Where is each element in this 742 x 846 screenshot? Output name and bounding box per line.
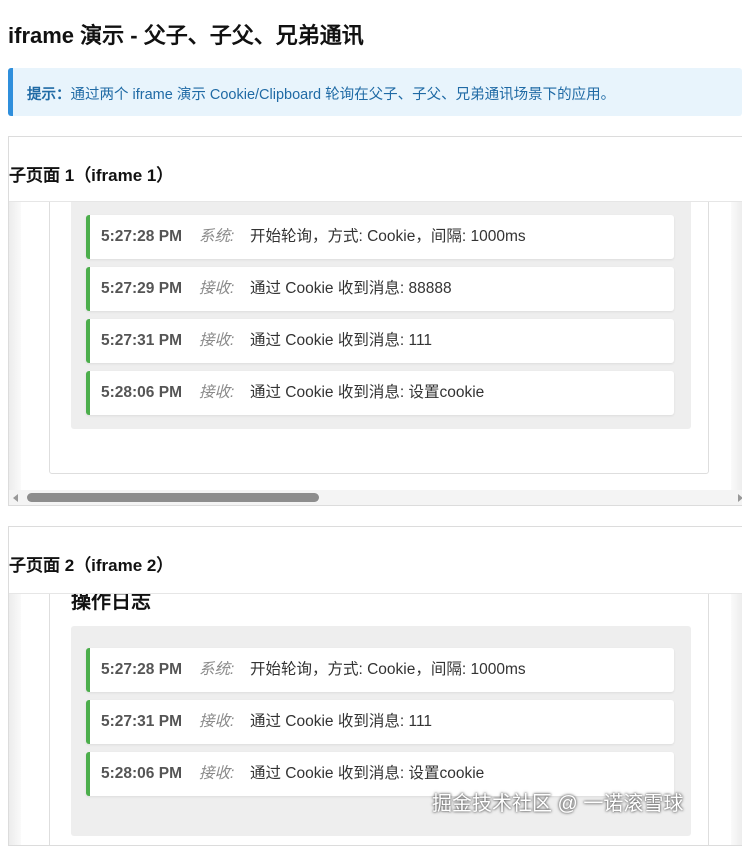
- log-entry: 5:28:06 PM 接收: 通过 Cookie 收到消息: 设置cookie: [86, 371, 674, 415]
- log-type: 接收:: [199, 332, 235, 349]
- log-entry: 5:27:29 PM 接收: 通过 Cookie 收到消息: 88888: [86, 267, 674, 311]
- log-entry: 5:27:28 PM 系统: 开始轮询，方式: Cookie，间隔: 1000m…: [86, 648, 674, 692]
- log-message: 通过 Cookie 收到消息: 设置cookie: [250, 384, 485, 401]
- log-type: 系统:: [199, 228, 235, 245]
- log-message: 开始轮询，方式: Cookie，间隔: 1000ms: [250, 661, 526, 678]
- log-message: 开始轮询，方式: Cookie，间隔: 1000ms: [250, 228, 526, 245]
- iframe-edge: [731, 202, 742, 492]
- iframe-1-panel: 子页面 1（iframe 1） 5:27:28 PM 系统: 开始轮询，方式: …: [8, 136, 742, 506]
- log-time: 5:27:31 PM: [101, 713, 182, 730]
- log-entry: 5:27:31 PM 接收: 通过 Cookie 收到消息: 111: [86, 319, 674, 363]
- log-type: 接收:: [199, 384, 235, 401]
- log-message: 通过 Cookie 收到消息: 111: [250, 713, 433, 730]
- log-heading: 操作日志: [71, 593, 151, 613]
- log-time: 5:27:28 PM: [101, 228, 182, 245]
- scroll-left-icon[interactable]: [13, 494, 18, 502]
- log-time: 5:28:06 PM: [101, 384, 182, 401]
- watermark: 掘金技术社区 @ 一诺滚雪球: [432, 793, 684, 815]
- log-time: 5:27:29 PM: [101, 280, 182, 297]
- iframe-1-viewport[interactable]: 5:27:28 PM 系统: 开始轮询，方式: Cookie，间隔: 1000m…: [9, 201, 742, 492]
- iframe-1-title: 子页面 1（iframe 1）: [9, 166, 174, 185]
- iframe-2-title: 子页面 2（iframe 2）: [9, 556, 174, 575]
- log-message: 通过 Cookie 收到消息: 111: [250, 332, 433, 349]
- log-type: 接收:: [199, 713, 235, 730]
- scrollbar-thumb[interactable]: [27, 493, 319, 502]
- log-type: 系统:: [199, 661, 235, 678]
- tip-text: 通过两个 iframe 演示 Cookie/Clipboard 轮询在父子、子父…: [70, 87, 616, 103]
- tip-box: 提示：通过两个 iframe 演示 Cookie/Clipboard 轮询在父子…: [8, 68, 742, 116]
- log-message: 通过 Cookie 收到消息: 88888: [250, 280, 452, 297]
- log-time: 5:27:31 PM: [101, 332, 182, 349]
- log-type: 接收:: [199, 765, 235, 782]
- iframe-edge: [9, 202, 21, 492]
- page-title: iframe 演示 - 父子、子父、兄弟通讯: [8, 23, 364, 48]
- scroll-right-icon[interactable]: [738, 494, 742, 502]
- log-list: 5:27:28 PM 系统: 开始轮询，方式: Cookie，间隔: 1000m…: [71, 202, 691, 429]
- log-entry: 5:27:28 PM 系统: 开始轮询，方式: Cookie，间隔: 1000m…: [86, 215, 674, 259]
- log-time: 5:27:28 PM: [101, 661, 182, 678]
- horizontal-scrollbar[interactable]: [9, 490, 742, 505]
- tip-label: 提示：: [27, 87, 71, 103]
- log-card: 5:27:28 PM 系统: 开始轮询，方式: Cookie，间隔: 1000m…: [49, 202, 709, 474]
- iframe-edge: [9, 594, 21, 845]
- iframe-edge: [731, 594, 742, 845]
- log-entry: 5:27:31 PM 接收: 通过 Cookie 收到消息: 111: [86, 700, 674, 744]
- log-type: 接收:: [199, 280, 235, 297]
- log-time: 5:28:06 PM: [101, 765, 182, 782]
